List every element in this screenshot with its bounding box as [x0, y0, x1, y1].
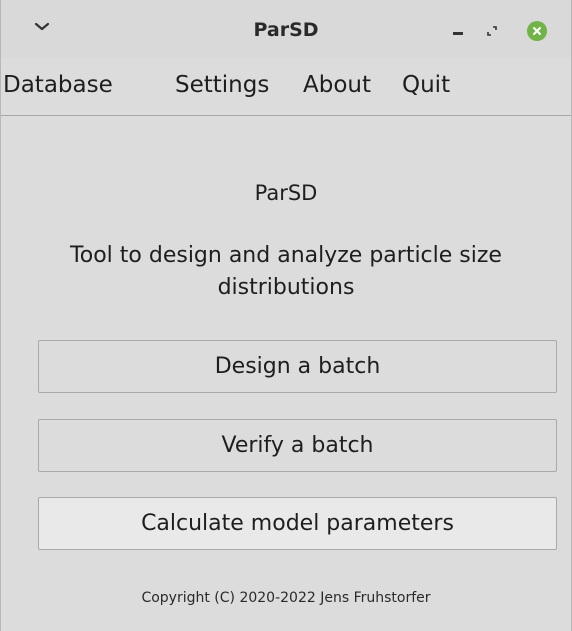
- app-name-label: ParSD: [254, 181, 318, 205]
- menu-quit[interactable]: Quit: [402, 72, 450, 98]
- menu-database[interactable]: Database: [3, 72, 113, 98]
- design-batch-button[interactable]: Design a batch: [38, 340, 557, 393]
- close-button[interactable]: [526, 20, 548, 42]
- menu-settings[interactable]: Settings: [175, 72, 269, 98]
- minimize-icon[interactable]: [447, 20, 469, 42]
- maximize-icon[interactable]: [481, 20, 503, 42]
- close-icon: [527, 21, 547, 41]
- menu-about[interactable]: About: [303, 72, 371, 98]
- app-description: Tool to design and analyze particle size…: [70, 243, 502, 300]
- verify-batch-button[interactable]: Verify a batch: [38, 419, 557, 472]
- menu-bar: Database Settings About Quit: [1, 58, 571, 116]
- title-bar[interactable]: ParSD: [1, 0, 571, 58]
- app-window: ParSD Database Settings About Quit ParSD…: [0, 0, 572, 631]
- calculate-model-parameters-button[interactable]: Calculate model parameters: [38, 497, 557, 550]
- copyright-text: Copyright (C) 2020-2022 Jens Fruhstorfer: [141, 590, 431, 606]
